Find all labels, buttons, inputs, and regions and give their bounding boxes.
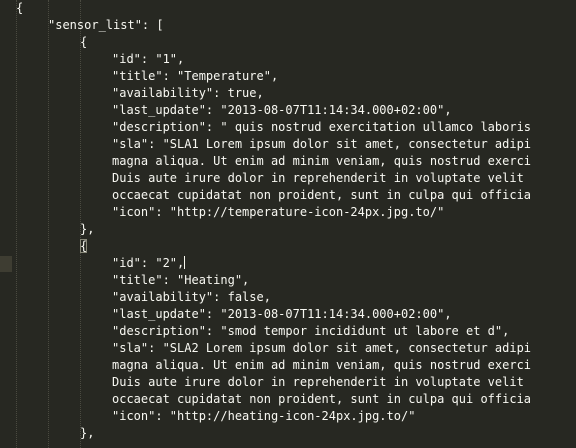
code-line[interactable]: "icon": "http://heating-icon-24px.jpg.to… (16, 408, 415, 425)
code-line[interactable]: { (16, 0, 23, 17)
matched-bracket: { (80, 239, 88, 253)
code-line[interactable]: "sensor_list": [ (16, 17, 164, 34)
code-line[interactable]: "icon": "http://temperature-icon-24px.jp… (16, 204, 444, 221)
code-area[interactable]: { "sensor_list": [ { "id": "1", "title":… (16, 0, 576, 448)
code-line[interactable]: "availability": false, (16, 289, 271, 306)
code-line[interactable]: { (16, 238, 88, 255)
code-line[interactable]: Duis aute irure dolor in reprehenderit i… (16, 170, 524, 187)
code-line[interactable]: "description": "smod tempor incididunt u… (16, 323, 509, 340)
text-cursor (184, 256, 186, 269)
code-line[interactable]: "id": "1", (16, 51, 184, 68)
active-line-marker (0, 256, 12, 272)
code-editor[interactable]: { "sensor_list": [ { "id": "1", "title":… (0, 0, 576, 448)
code-line[interactable]: "availability": true, (16, 85, 264, 102)
code-line[interactable]: occaecat cupidatat non proident, sunt in… (16, 391, 531, 408)
code-line[interactable]: "title": "Heating", (16, 272, 249, 289)
code-line[interactable]: { (16, 34, 87, 51)
line-gutter (0, 0, 12, 448)
code-line[interactable]: "sla": "SLA1 Lorem ipsum dolor sit amet,… (16, 136, 531, 153)
code-line[interactable]: }, (16, 425, 94, 442)
code-line[interactable]: Duis aute irure dolor in reprehenderit i… (16, 374, 524, 391)
code-line[interactable]: magna aliqua. Ut enim ad minim veniam, q… (16, 357, 531, 374)
code-line[interactable]: "sla": "SLA2 Lorem ipsum dolor sit amet,… (16, 340, 531, 357)
code-line[interactable]: "last_update": "2013-08-07T11:14:34.000+… (16, 306, 452, 323)
code-line[interactable]: magna aliqua. Ut enim ad minim veniam, q… (16, 153, 531, 170)
code-line[interactable]: "title": "Temperature", (16, 68, 278, 85)
code-line[interactable]: "description": " quis nostrud exercitati… (16, 119, 531, 136)
code-line[interactable]: occaecat cupidatat non proident, sunt in… (16, 187, 531, 204)
code-line-active[interactable]: "id": "2", (16, 255, 186, 272)
active-line-text: "id": "2", (112, 256, 185, 270)
code-line[interactable]: }, (16, 221, 94, 238)
code-line[interactable]: "last_update": "2013-08-07T11:14:34.000+… (16, 102, 452, 119)
